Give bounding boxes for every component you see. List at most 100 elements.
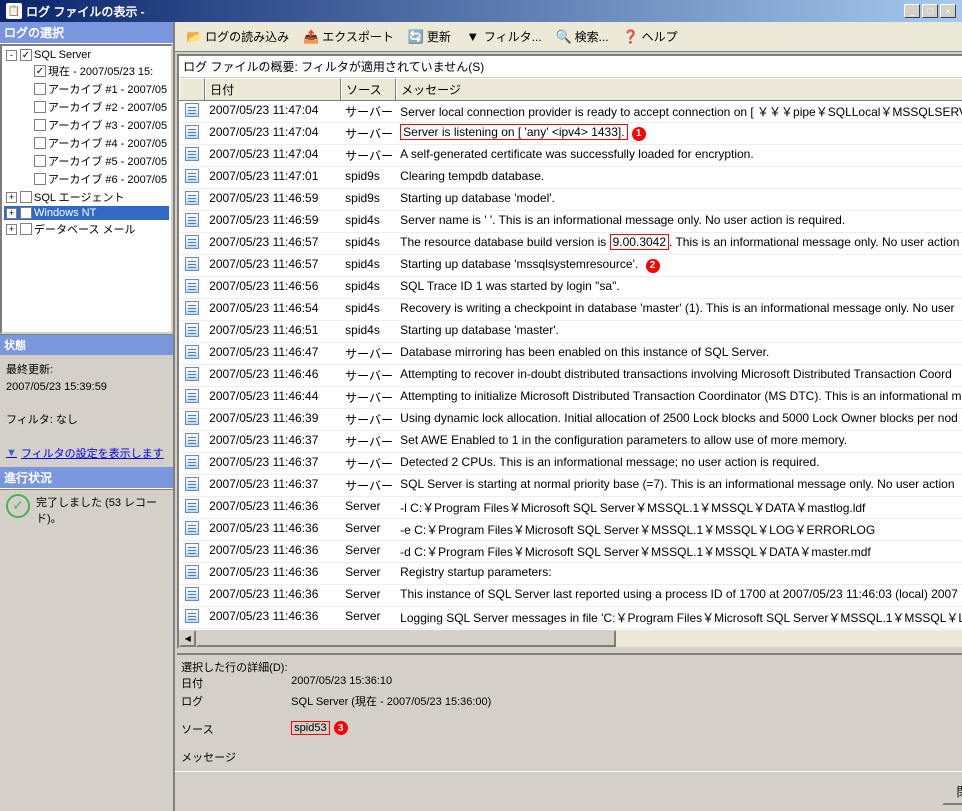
- log-tree[interactable]: -✓SQL Server✓現在 - 2007/05/23 15:アーカイブ #1…: [0, 44, 173, 334]
- log-row[interactable]: 2007/05/23 11:46:51spid4sStarting up dat…: [179, 321, 962, 343]
- export-button[interactable]: 📤エクスポート: [298, 25, 399, 48]
- tree-item[interactable]: アーカイブ #5 - 2007/05: [4, 152, 169, 170]
- funnel-icon: ▼: [6, 447, 17, 459]
- last-update-label: 最終更新:: [6, 361, 167, 377]
- log-row[interactable]: 2007/05/23 11:46:57spid4sStarting up dat…: [179, 255, 962, 277]
- tree-item[interactable]: アーカイブ #2 - 2007/05: [4, 98, 169, 116]
- tree-label: Windows NT: [34, 207, 96, 219]
- log-row[interactable]: 2007/05/23 11:47:04サーバーA self-generated …: [179, 145, 962, 167]
- log-row[interactable]: 2007/05/23 11:46:59spid9sStarting up dat…: [179, 189, 962, 211]
- info-icon: [179, 233, 205, 254]
- checkbox[interactable]: [34, 83, 46, 95]
- col-source[interactable]: ソース: [341, 78, 396, 100]
- checkbox[interactable]: [34, 137, 46, 149]
- log-row[interactable]: 2007/05/23 11:46:36Server-d C:￥Program F…: [179, 541, 962, 563]
- tree-label: SQL エージェント: [34, 189, 124, 205]
- row-message: A self-generated certificate was success…: [396, 145, 962, 166]
- col-date[interactable]: 日付: [205, 78, 341, 100]
- load-log-button[interactable]: 📂ログの読み込み: [181, 25, 294, 48]
- right-pane: 📂ログの読み込み 📤エクスポート 🔄更新 ▼フィルタ... 🔍検索... ❓ヘル…: [175, 22, 962, 811]
- tree-item[interactable]: アーカイブ #4 - 2007/05: [4, 134, 169, 152]
- checkbox[interactable]: [20, 223, 32, 235]
- log-row[interactable]: 2007/05/23 11:46:47サーバーDatabase mirrorin…: [179, 343, 962, 365]
- col-message[interactable]: メッセージ: [396, 78, 962, 100]
- tree-label: アーカイブ #6 - 2007/05: [48, 171, 167, 187]
- log-row[interactable]: 2007/05/23 11:46:46サーバーAttempting to rec…: [179, 365, 962, 387]
- close-dialog-button[interactable]: 閉じる(C): [942, 778, 962, 805]
- expander-icon[interactable]: +: [6, 208, 17, 219]
- scroll-left-button[interactable]: ◀: [179, 630, 196, 647]
- tree-item[interactable]: +データベース メール: [4, 220, 169, 238]
- expander-icon[interactable]: +: [6, 224, 17, 235]
- row-source: Server: [341, 563, 396, 584]
- close-button[interactable]: ×: [940, 4, 956, 18]
- log-grid[interactable]: 日付 ソース メッセージ 2007/05/23 11:47:04サーバーServ…: [179, 78, 962, 630]
- checkbox[interactable]: ✓: [34, 65, 46, 77]
- log-row[interactable]: 2007/05/23 11:46:59spid4sServer name is …: [179, 211, 962, 233]
- info-icon: [179, 409, 205, 430]
- log-row[interactable]: 2007/05/23 11:46:36Server-l C:￥Program F…: [179, 497, 962, 519]
- log-row[interactable]: 2007/05/23 11:46:36ServerLogging SQL Ser…: [179, 607, 962, 629]
- checkbox[interactable]: [34, 173, 46, 185]
- log-row[interactable]: 2007/05/23 11:46:36ServerThis instance o…: [179, 585, 962, 607]
- app-icon: 📋: [6, 3, 22, 19]
- scroll-h-thumb[interactable]: [196, 630, 616, 647]
- tree-item[interactable]: アーカイブ #6 - 2007/05: [4, 170, 169, 188]
- filter-button[interactable]: ▼フィルタ...: [460, 25, 547, 48]
- row-message: Database mirroring has been enabled on t…: [396, 343, 962, 364]
- row-date: 2007/05/23 11:46:37: [205, 453, 341, 474]
- expander-icon[interactable]: -: [6, 50, 17, 61]
- info-icon: [179, 299, 205, 320]
- tree-item[interactable]: アーカイブ #1 - 2007/05: [4, 80, 169, 98]
- tree-item[interactable]: -✓SQL Server: [4, 48, 169, 62]
- expander-icon[interactable]: +: [6, 192, 17, 203]
- col-icon[interactable]: [179, 78, 205, 100]
- minimize-button[interactable]: _: [904, 4, 920, 18]
- help-button[interactable]: ❓ヘルプ: [618, 25, 683, 48]
- maximize-button[interactable]: □: [922, 4, 938, 18]
- filter-settings-link[interactable]: ▼ フィルタの設定を表示します: [6, 445, 167, 461]
- checkbox[interactable]: [20, 207, 32, 219]
- log-row[interactable]: 2007/05/23 11:46:57spid4sThe resource da…: [179, 233, 962, 255]
- horizontal-scrollbar[interactable]: ◀ ▶: [179, 630, 962, 647]
- tree-item[interactable]: アーカイブ #3 - 2007/05: [4, 116, 169, 134]
- row-date: 2007/05/23 11:46:44: [205, 387, 341, 408]
- search-button[interactable]: 🔍検索...: [551, 25, 614, 48]
- log-row[interactable]: 2007/05/23 11:46:54spid4sRecovery is wri…: [179, 299, 962, 321]
- log-row[interactable]: 2007/05/23 11:46:37サーバーSQL Server is sta…: [179, 475, 962, 497]
- info-icon: [179, 563, 205, 584]
- refresh-button[interactable]: 🔄更新: [403, 25, 456, 48]
- filter-link-text: フィルタの設定を表示します: [21, 445, 164, 461]
- log-row[interactable]: 2007/05/23 11:47:04サーバーServer local conn…: [179, 101, 962, 123]
- row-date: 2007/05/23 11:46:57: [205, 233, 341, 254]
- row-source: サーバー: [341, 475, 396, 496]
- row-date: 2007/05/23 11:46:59: [205, 189, 341, 210]
- tree-item[interactable]: ✓現在 - 2007/05/23 15:: [4, 62, 169, 80]
- log-row[interactable]: 2007/05/23 11:47:01spid9sClearing tempdb…: [179, 167, 962, 189]
- log-row[interactable]: 2007/05/23 11:46:36ServerRegistry startu…: [179, 563, 962, 585]
- checkbox[interactable]: ✓: [20, 49, 32, 61]
- row-message: Attempting to initialize Microsoft Distr…: [396, 387, 962, 408]
- log-row[interactable]: 2007/05/23 11:46:39サーバーUsing dynamic loc…: [179, 409, 962, 431]
- tree-label: アーカイブ #5 - 2007/05: [48, 153, 167, 169]
- checkbox[interactable]: [34, 119, 46, 131]
- checkbox[interactable]: [34, 155, 46, 167]
- info-icon: [179, 145, 205, 166]
- row-date: 2007/05/23 11:47:04: [205, 145, 341, 166]
- checkbox[interactable]: [34, 101, 46, 113]
- detail-log-label: ログ: [181, 693, 291, 709]
- left-sidebar: ログの選択 -✓SQL Server✓現在 - 2007/05/23 15:アー…: [0, 22, 175, 811]
- log-row[interactable]: 2007/05/23 11:46:37サーバーSet AWE Enabled t…: [179, 431, 962, 453]
- log-row[interactable]: 2007/05/23 11:46:36Server-e C:￥Program F…: [179, 519, 962, 541]
- log-row[interactable]: 2007/05/23 11:46:56spid4sSQL Trace ID 1 …: [179, 277, 962, 299]
- log-row[interactable]: 2007/05/23 11:46:37サーバーDetected 2 CPUs. …: [179, 453, 962, 475]
- info-icon: [179, 255, 205, 276]
- row-date: 2007/05/23 11:46:57: [205, 255, 341, 276]
- row-message: SQL Server is starting at normal priorit…: [396, 475, 962, 496]
- checkbox[interactable]: [20, 191, 32, 203]
- row-source: サーバー: [341, 387, 396, 408]
- tree-item[interactable]: + SQL エージェント: [4, 188, 169, 206]
- log-row[interactable]: 2007/05/23 11:47:04サーバーServer is listeni…: [179, 123, 962, 145]
- log-row[interactable]: 2007/05/23 11:46:44サーバーAttempting to ini…: [179, 387, 962, 409]
- tree-item[interactable]: + Windows NT: [4, 206, 169, 220]
